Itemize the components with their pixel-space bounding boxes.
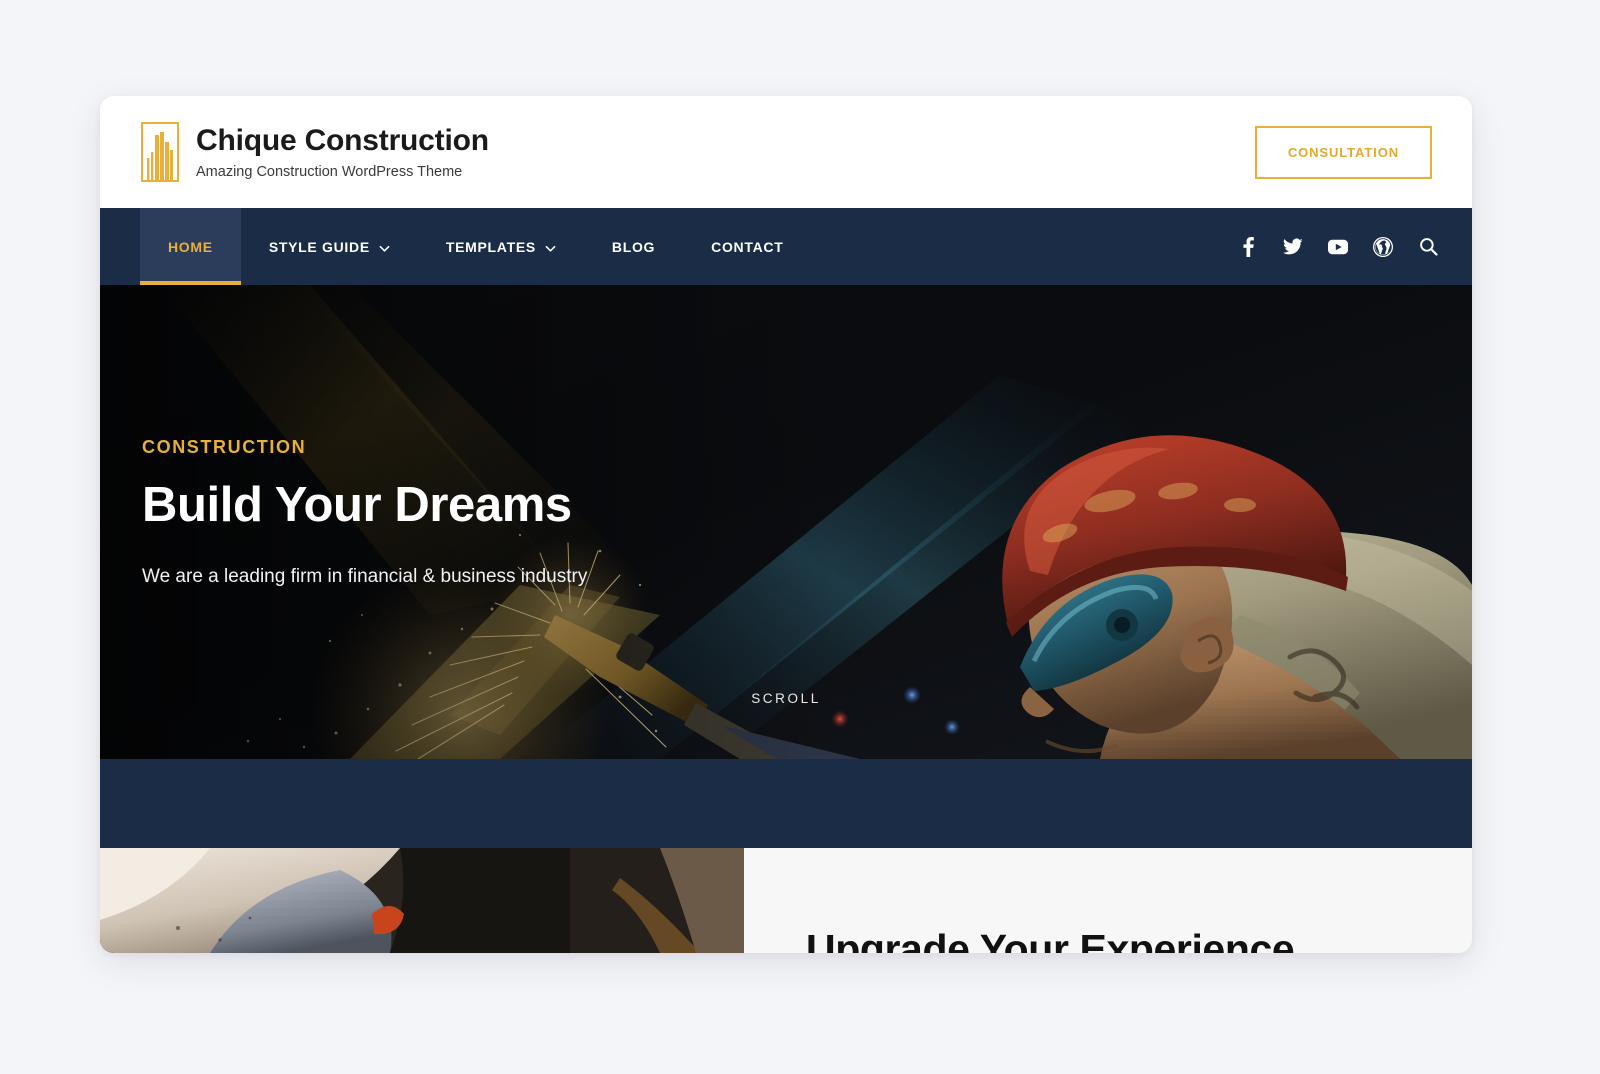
- facebook-icon[interactable]: [1238, 236, 1258, 257]
- nav-item-label: CONTACT: [711, 238, 784, 255]
- section-divider-band: [100, 759, 1472, 848]
- nav-item-blog[interactable]: BLOG: [584, 208, 683, 285]
- nav-item-label: STYLE GUIDE: [268, 238, 370, 255]
- site-title: Chique Construction: [196, 124, 489, 158]
- nav-menu: HOME STYLE GUIDE TEMPLATES BLOG CONTACT: [140, 208, 811, 285]
- social-links: [1238, 208, 1438, 285]
- brand-block[interactable]: Chique Construction Amazing Construction…: [141, 122, 489, 182]
- youtube-icon[interactable]: [1328, 237, 1348, 257]
- nav-item-style-guide[interactable]: STYLE GUIDE: [241, 208, 418, 285]
- building-logo-icon: [141, 122, 179, 182]
- nav-item-label: HOME: [168, 238, 213, 255]
- consultation-button[interactable]: CONSULTATION: [1254, 125, 1432, 179]
- chevron-down-icon: [379, 241, 390, 252]
- hero-content: CONSTRUCTION Build Your Dreams We are a …: [142, 437, 587, 590]
- nav-item-label: BLOG: [611, 238, 656, 255]
- nav-item-home[interactable]: HOME: [140, 208, 241, 285]
- site-tagline: Amazing Construction WordPress Theme: [196, 164, 463, 181]
- twitter-icon[interactable]: [1283, 237, 1303, 257]
- site-header: Chique Construction Amazing Construction…: [100, 96, 1472, 208]
- hero-subtitle: We are a leading firm in financial & bus…: [142, 566, 588, 588]
- feature-heading: Upgrade Your Experience: [806, 926, 1295, 953]
- feature-image: [100, 848, 744, 953]
- nav-item-contact[interactable]: CONTACT: [683, 208, 811, 285]
- feature-section: Upgrade Your Experience: [100, 848, 1472, 953]
- search-icon[interactable]: [1418, 237, 1438, 257]
- nav-item-templates[interactable]: TEMPLATES: [418, 208, 584, 285]
- hero-title: Build Your Dreams: [142, 478, 572, 532]
- nav-item-label: TEMPLATES: [445, 238, 536, 255]
- main-navigation: HOME STYLE GUIDE TEMPLATES BLOG CONTACT: [100, 208, 1472, 285]
- chevron-down-icon: [545, 241, 556, 252]
- website-preview-card: Chique Construction Amazing Construction…: [100, 96, 1472, 953]
- scroll-indicator[interactable]: SCROLL: [100, 691, 1472, 706]
- hero-eyebrow: CONSTRUCTION: [142, 437, 307, 457]
- feature-text-panel: Upgrade Your Experience: [744, 848, 1472, 953]
- brand-text: Chique Construction Amazing Construction…: [196, 122, 489, 181]
- hero-banner: CONSTRUCTION Build Your Dreams We are a …: [100, 285, 1472, 759]
- wordpress-icon[interactable]: [1373, 236, 1393, 257]
